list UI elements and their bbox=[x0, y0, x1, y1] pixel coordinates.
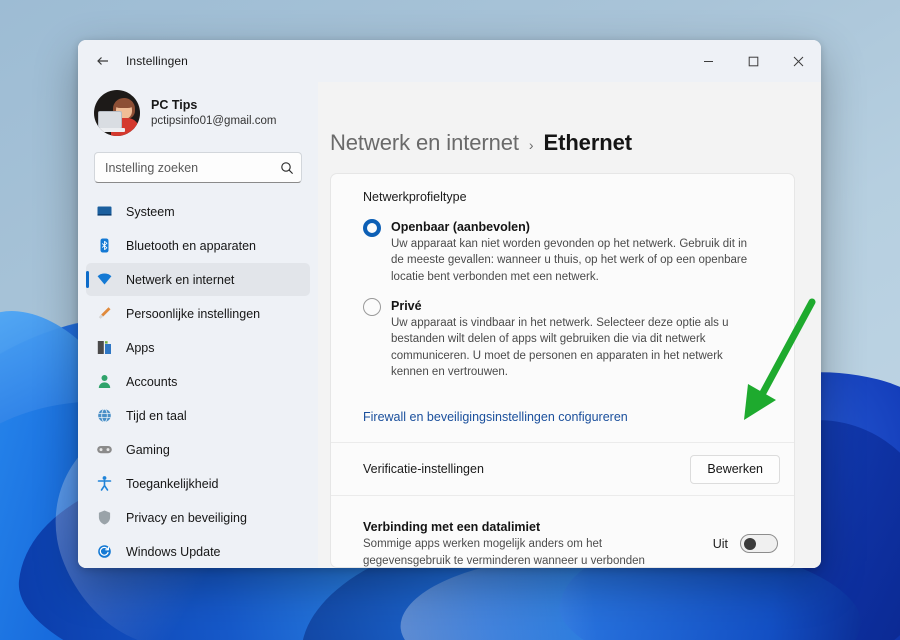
sidebar-item-label: Windows Update bbox=[126, 544, 221, 559]
sidebar-item-label: Bluetooth en apparaten bbox=[126, 238, 256, 253]
sidebar-item-toegankelijkheid[interactable]: Toegankelijkheid bbox=[86, 467, 310, 500]
search-input[interactable] bbox=[94, 152, 302, 183]
breadcrumb-separator: › bbox=[528, 137, 534, 153]
ethernet-settings-card: Netwerkprofieltype Openbaar (aanbevolen)… bbox=[330, 173, 795, 568]
auth-settings-row: Verificatie-instellingen Bewerken bbox=[331, 443, 794, 495]
radio-title: Openbaar (aanbevolen) bbox=[391, 220, 530, 234]
search-box bbox=[94, 152, 302, 183]
sidebar-item-label: Persoonlijke instellingen bbox=[126, 306, 261, 321]
user-avatar-icon bbox=[94, 90, 140, 136]
close-button[interactable] bbox=[776, 40, 821, 82]
sidebar-item-label: Privacy en beveiliging bbox=[126, 510, 247, 525]
sidebar: PC Tips pctipsinfo01@gmail.com Instellin… bbox=[78, 82, 318, 568]
radio-button-icon[interactable] bbox=[363, 297, 381, 316]
sidebar-item-label: Tijd en taal bbox=[126, 408, 187, 423]
wifi-icon bbox=[94, 270, 114, 290]
apps-icon bbox=[94, 338, 114, 358]
sidebar-item-label: Accounts bbox=[126, 374, 178, 389]
sidebar-item-label: Netwerk en internet bbox=[126, 272, 235, 287]
sidebar-item-accounts[interactable]: Accounts bbox=[86, 365, 310, 398]
main-content: Netwerk en internet › Ethernet Netwerkpr… bbox=[318, 82, 821, 568]
account-email: pctipsinfo01@gmail.com bbox=[151, 114, 277, 127]
sidebar-item-systeem[interactable]: Systeem bbox=[86, 195, 310, 228]
radio-option-prive[interactable]: Privé Uw apparaat is vindbaar in het net… bbox=[331, 285, 794, 394]
radio-description: Uw apparaat kan niet worden gevonden op … bbox=[391, 238, 748, 283]
auth-settings-label: Verificatie-instellingen bbox=[363, 462, 484, 477]
desktop-wallpaper: Instellingen PC Tips pctipsinfo01@gmail.… bbox=[0, 0, 900, 640]
sidebar-item-label: Apps bbox=[126, 340, 155, 355]
metered-toggle-state-label: Uit bbox=[712, 536, 728, 551]
bluetooth-icon bbox=[94, 236, 114, 256]
sidebar-item-label: Gaming bbox=[126, 442, 170, 457]
accessibility-icon bbox=[94, 474, 114, 494]
search-icon[interactable] bbox=[280, 152, 294, 183]
window-titlebar: Instellingen bbox=[78, 40, 821, 82]
network-profile-type-label: Netwerkprofieltype bbox=[363, 190, 467, 204]
app-title: Instellingen bbox=[126, 54, 188, 68]
sidebar-item-privacy-en-beveiliging[interactable]: Privacy en beveiliging bbox=[86, 501, 310, 534]
back-arrow-icon[interactable] bbox=[88, 47, 118, 75]
metered-connection-description: Sommige apps werken mogelijk anders om h… bbox=[363, 538, 645, 567]
sidebar-item-label: Toegankelijkheid bbox=[126, 476, 219, 491]
metered-connection-row: Verbinding met een datalimiet Sommige ap… bbox=[331, 508, 794, 567]
radio-title: Privé bbox=[391, 298, 422, 313]
sidebar-item-persoonlijke-instellingen[interactable]: Persoonlijke instellingen bbox=[86, 297, 310, 330]
settings-window: Instellingen PC Tips pctipsinfo01@gmail.… bbox=[78, 40, 821, 568]
sidebar-item-windows-update[interactable]: Windows Update bbox=[86, 535, 310, 568]
sidebar-item-bluetooth-en-apparaten[interactable]: Bluetooth en apparaten bbox=[86, 229, 310, 262]
metered-connection-title: Verbinding met een datalimiet bbox=[363, 520, 541, 535]
shield-icon bbox=[94, 508, 114, 528]
firewall-settings-link[interactable]: Firewall en beveiligingsinstellingen con… bbox=[363, 410, 628, 424]
minimize-button[interactable] bbox=[686, 40, 731, 82]
monitor-icon bbox=[94, 202, 114, 222]
sidebar-nav: Systeem Bluetooth en apparaten Netwerk e… bbox=[78, 195, 318, 568]
breadcrumb-root[interactable]: Netwerk en internet bbox=[330, 130, 519, 156]
sidebar-item-gaming[interactable]: Gaming bbox=[86, 433, 310, 466]
clock-globe-icon bbox=[94, 406, 114, 426]
radio-button-icon[interactable] bbox=[363, 219, 381, 237]
maximize-button[interactable] bbox=[731, 40, 776, 82]
account-block[interactable]: PC Tips pctipsinfo01@gmail.com bbox=[78, 82, 318, 146]
metered-connection-toggle[interactable] bbox=[740, 534, 778, 554]
gamepad-icon bbox=[94, 440, 114, 460]
radio-option-openbaar[interactable]: Openbaar (aanbevolen) Uw apparaat kan ni… bbox=[331, 204, 794, 285]
update-icon bbox=[94, 542, 114, 562]
radio-description: Uw apparaat is vindbaar in het netwerk. … bbox=[391, 316, 729, 378]
page-title: Ethernet bbox=[543, 130, 633, 155]
breadcrumb: Netwerk en internet › Ethernet bbox=[318, 82, 821, 156]
person-icon bbox=[94, 372, 114, 392]
sidebar-item-label: Systeem bbox=[126, 204, 175, 219]
paintbrush-icon bbox=[94, 304, 114, 324]
sidebar-item-apps[interactable]: Apps bbox=[86, 331, 310, 364]
sidebar-item-tijd-en-taal[interactable]: Tijd en taal bbox=[86, 399, 310, 432]
auth-settings-edit-button[interactable]: Bewerken bbox=[690, 454, 780, 484]
account-name: PC Tips bbox=[151, 97, 198, 112]
sidebar-item-netwerk-en-internet[interactable]: Netwerk en internet bbox=[86, 263, 310, 296]
window-controls bbox=[686, 40, 821, 82]
